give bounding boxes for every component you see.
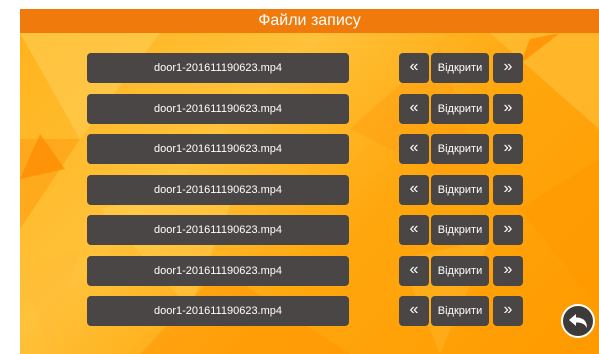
file-name: door1-201611190623.mp4 — [153, 265, 283, 277]
open-button[interactable]: Відкрити — [431, 94, 489, 124]
file-name: door1-201611190623.mp4 — [153, 143, 283, 155]
next-button[interactable]: » — [493, 94, 523, 124]
open-button-label: Відкрити — [437, 103, 483, 115]
next-button[interactable]: » — [493, 175, 523, 205]
file-item-button[interactable]: door1-201611190623.mp4 — [87, 175, 349, 205]
open-button-label: Відкрити — [437, 265, 483, 277]
open-button[interactable]: Відкрити — [431, 53, 489, 83]
file-name: door1-201611190623.mp4 — [153, 62, 283, 74]
file-name: door1-201611190623.mp4 — [153, 103, 283, 115]
next-button[interactable]: » — [493, 256, 523, 286]
open-button-label: Відкрити — [437, 305, 483, 317]
prev-button[interactable]: « — [399, 256, 429, 286]
double-chevron-right-icon: » — [503, 301, 513, 318]
double-chevron-right-icon: » — [503, 180, 513, 197]
open-button[interactable]: Відкрити — [431, 256, 489, 286]
double-chevron-left-icon: « — [409, 58, 419, 75]
double-chevron-right-icon: » — [503, 58, 513, 75]
prev-button[interactable]: « — [399, 53, 429, 83]
double-chevron-left-icon: « — [409, 261, 419, 278]
double-chevron-left-icon: « — [409, 99, 419, 116]
file-item-button[interactable]: door1-201611190623.mp4 — [87, 256, 349, 286]
file-item-button[interactable]: door1-201611190623.mp4 — [87, 296, 349, 326]
open-button-label: Відкрити — [437, 224, 483, 236]
double-chevron-left-icon: « — [409, 180, 419, 197]
open-button[interactable]: Відкрити — [431, 215, 489, 245]
page-title: Файли запису — [258, 12, 361, 29]
prev-button[interactable]: « — [399, 215, 429, 245]
file-item-button[interactable]: door1-201611190623.mp4 — [87, 53, 349, 83]
file-name: door1-201611190623.mp4 — [153, 305, 283, 317]
return-arrow-icon — [569, 314, 587, 328]
next-button[interactable]: » — [493, 215, 523, 245]
double-chevron-left-icon: « — [409, 301, 419, 318]
next-button[interactable]: » — [493, 53, 523, 83]
file-name: door1-201611190623.mp4 — [153, 224, 283, 236]
next-button[interactable]: » — [493, 296, 523, 326]
double-chevron-left-icon: « — [409, 139, 419, 156]
double-chevron-right-icon: » — [503, 99, 513, 116]
double-chevron-right-icon: » — [503, 139, 513, 156]
title-bar: Файли запису — [20, 9, 599, 33]
double-chevron-right-icon: » — [503, 220, 513, 237]
file-item-button[interactable]: door1-201611190623.mp4 — [87, 215, 349, 245]
back-button[interactable] — [561, 304, 595, 338]
screen: Файли запису door1-201611190623.mp4 « Відк… — [20, 9, 599, 354]
file-item-button[interactable]: door1-201611190623.mp4 — [87, 134, 349, 164]
next-button[interactable]: » — [493, 134, 523, 164]
open-button[interactable]: Відкрити — [431, 296, 489, 326]
double-chevron-right-icon: » — [503, 261, 513, 278]
open-button[interactable]: Відкрити — [431, 134, 489, 164]
prev-button[interactable]: « — [399, 94, 429, 124]
prev-button[interactable]: « — [399, 296, 429, 326]
open-button-label: Відкрити — [437, 62, 483, 74]
double-chevron-left-icon: « — [409, 220, 419, 237]
open-button-label: Відкрити — [437, 184, 483, 196]
prev-button[interactable]: « — [399, 175, 429, 205]
file-item-button[interactable]: door1-201611190623.mp4 — [87, 94, 349, 124]
file-name: door1-201611190623.mp4 — [153, 184, 283, 196]
open-button-label: Відкрити — [437, 143, 483, 155]
open-button[interactable]: Відкрити — [431, 175, 489, 205]
prev-button[interactable]: « — [399, 134, 429, 164]
